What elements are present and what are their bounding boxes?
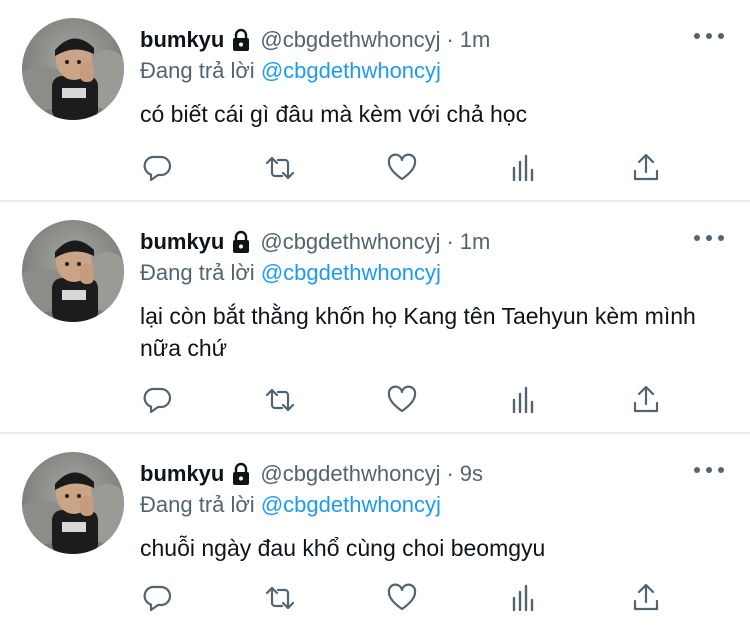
retweet-icon xyxy=(265,156,295,180)
timestamp[interactable]: 9s xyxy=(460,461,483,487)
retweet-icon xyxy=(265,586,295,610)
more-icon[interactable] xyxy=(694,26,724,46)
share-button[interactable] xyxy=(628,382,664,418)
separator: · xyxy=(446,27,454,52)
handle[interactable]: @cbgdethwhoncyj xyxy=(260,229,440,255)
replying-to-handle[interactable]: @cbgdethwhoncyj xyxy=(261,492,441,517)
stats-button[interactable] xyxy=(506,150,542,186)
stats-icon xyxy=(512,154,534,182)
avatar[interactable] xyxy=(22,18,124,120)
replying-to-handle[interactable]: @cbgdethwhoncyj xyxy=(261,260,441,285)
avatar[interactable] xyxy=(22,452,124,554)
reply-icon xyxy=(143,387,172,414)
share-button[interactable] xyxy=(628,580,664,616)
stats-button[interactable] xyxy=(506,580,542,616)
tweet-header: bumkyu @cbgdethwhoncyj · 1m xyxy=(140,228,490,256)
tweet-feed: bumkyu @cbgdethwhoncyj · 1m Đang trả lời… xyxy=(0,0,750,628)
handle[interactable]: @cbgdethwhoncyj xyxy=(260,27,440,53)
lock-icon xyxy=(230,462,252,486)
share-icon xyxy=(633,153,659,181)
separator: · xyxy=(446,229,454,254)
display-name[interactable]: bumkyu xyxy=(140,461,224,487)
stats-icon xyxy=(512,386,534,414)
retweet-button[interactable] xyxy=(262,382,298,418)
separator: · xyxy=(446,461,454,486)
heart-icon xyxy=(387,583,417,611)
replying-to-handle[interactable]: @cbgdethwhoncyj xyxy=(261,58,441,83)
stats-button[interactable] xyxy=(506,382,542,418)
timestamp[interactable]: 1m xyxy=(460,27,491,53)
tweet[interactable]: bumkyu @cbgdethwhoncyj · 1m Đang trả lời… xyxy=(0,0,750,200)
tweet-text: chuỗi ngày đau khổ cùng choi beomgyu xyxy=(140,535,546,561)
tweet-actions xyxy=(140,580,680,616)
tweet-text: lại còn bắt thằng khốn họ Kang tên Taehy… xyxy=(140,303,696,361)
lock-icon xyxy=(230,28,252,52)
stats-icon xyxy=(512,584,534,612)
more-icon[interactable] xyxy=(694,228,724,248)
retweet-button[interactable] xyxy=(262,150,298,186)
heart-icon xyxy=(387,385,417,413)
reply-icon xyxy=(143,155,172,182)
avatar[interactable] xyxy=(22,220,124,322)
replying-to: Đang trả lời @cbgdethwhoncyj xyxy=(140,260,441,286)
tweet-header: bumkyu @cbgdethwhoncyj · 1m xyxy=(140,26,490,54)
share-icon xyxy=(633,385,659,413)
reply-icon xyxy=(143,585,172,612)
timestamp[interactable]: 1m xyxy=(460,229,491,255)
display-name[interactable]: bumkyu xyxy=(140,27,224,53)
reply-button[interactable] xyxy=(140,150,176,186)
replying-to-label: Đang trả lời xyxy=(140,260,255,285)
more-icon[interactable] xyxy=(694,460,724,480)
share-button[interactable] xyxy=(628,150,664,186)
retweet-icon xyxy=(265,388,295,412)
handle[interactable]: @cbgdethwhoncyj xyxy=(260,461,440,487)
replying-to-label: Đang trả lời xyxy=(140,492,255,517)
tweet-actions xyxy=(140,150,680,186)
reply-button[interactable] xyxy=(140,382,176,418)
tweet[interactable]: bumkyu @cbgdethwhoncyj · 1m Đang trả lời… xyxy=(0,202,750,432)
heart-icon xyxy=(387,153,417,181)
tweet[interactable]: bumkyu @cbgdethwhoncyj · 9s Đang trả lời… xyxy=(0,434,750,628)
tweet-header: bumkyu @cbgdethwhoncyj · 9s xyxy=(140,460,483,488)
replying-to: Đang trả lời @cbgdethwhoncyj xyxy=(140,58,441,84)
replying-to-label: Đang trả lời xyxy=(140,58,255,83)
display-name[interactable]: bumkyu xyxy=(140,229,224,255)
share-icon xyxy=(633,583,659,611)
lock-icon xyxy=(230,230,252,254)
tweet-actions xyxy=(140,382,680,418)
like-button[interactable] xyxy=(384,580,420,616)
like-button[interactable] xyxy=(384,150,420,186)
retweet-button[interactable] xyxy=(262,580,298,616)
tweet-text: có biết cái gì đâu mà kèm với chả học xyxy=(140,101,528,127)
reply-button[interactable] xyxy=(140,580,176,616)
replying-to: Đang trả lời @cbgdethwhoncyj xyxy=(140,492,441,518)
like-button[interactable] xyxy=(384,382,420,418)
